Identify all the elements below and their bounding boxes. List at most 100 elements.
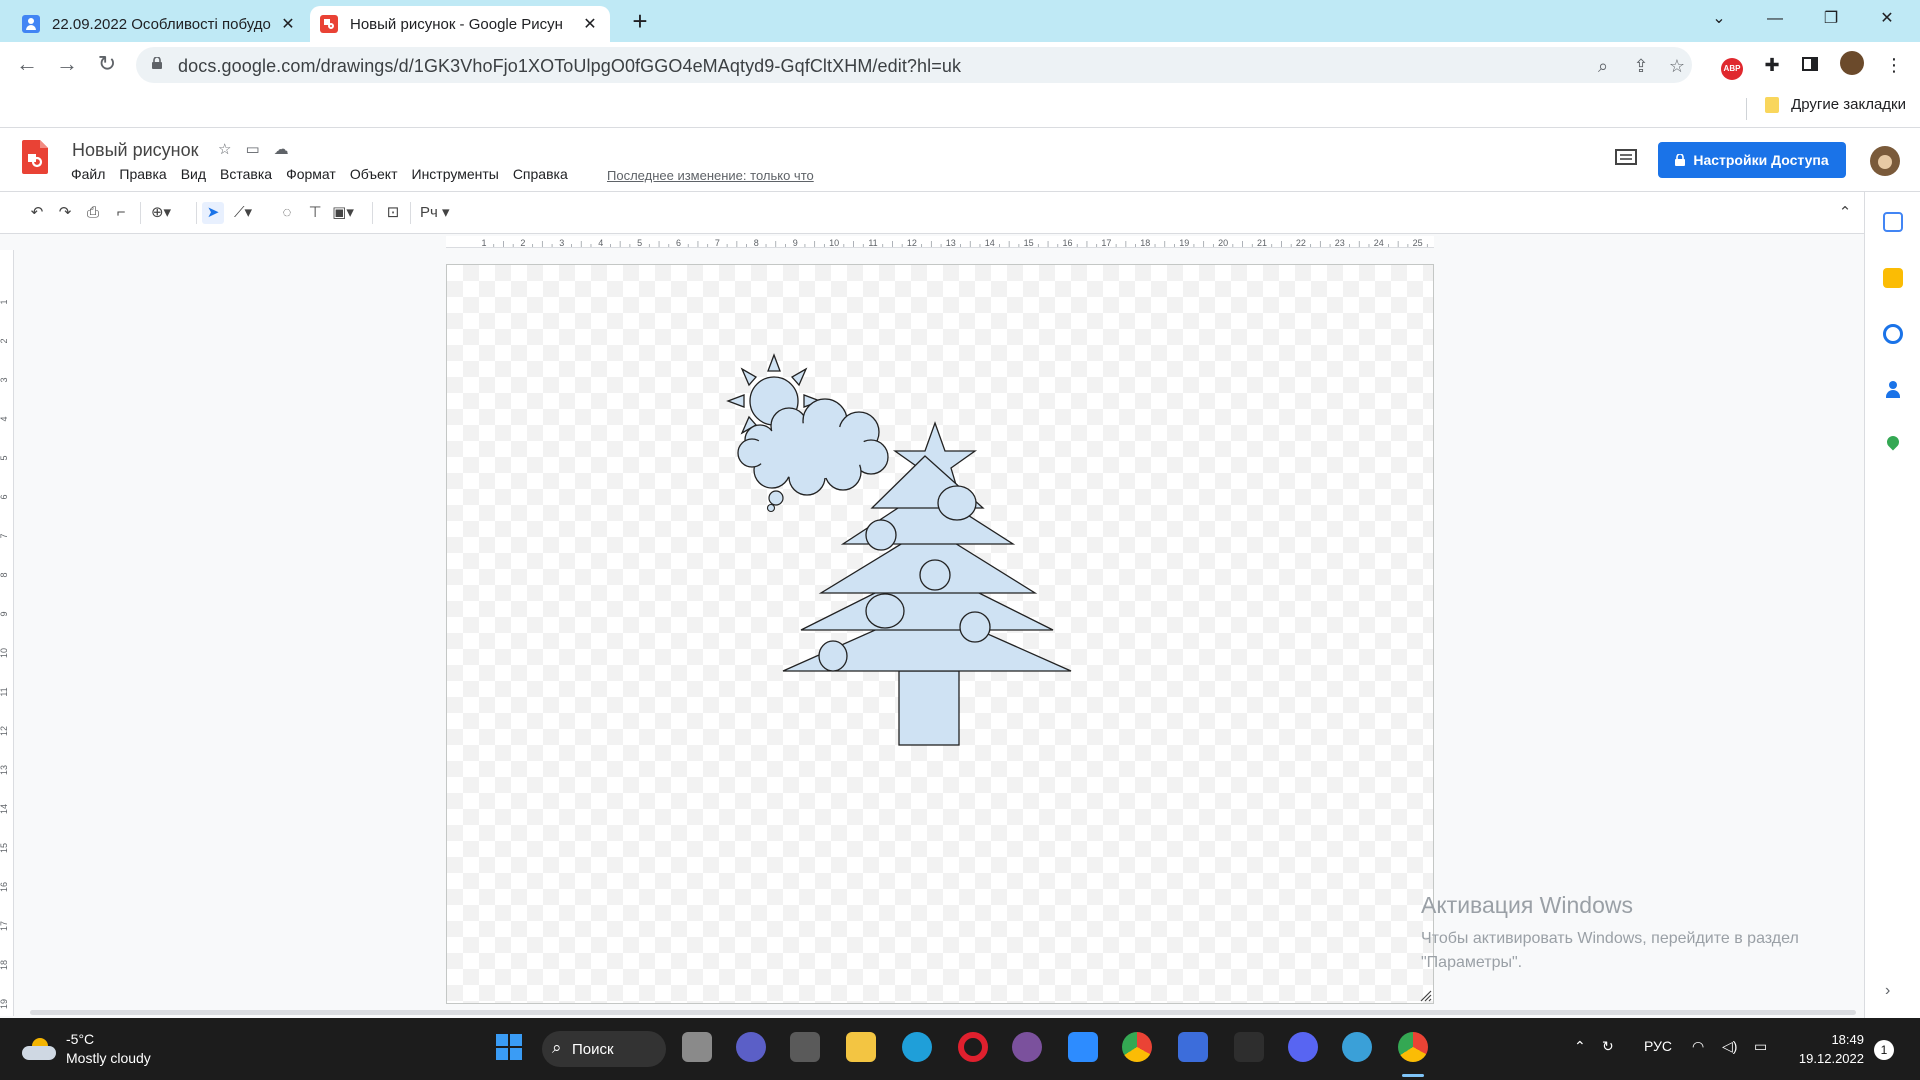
new-tab-button[interactable]: +: [624, 8, 656, 36]
redo-icon[interactable]: ↷: [54, 202, 76, 224]
share-page-icon[interactable]: ⇪: [1630, 55, 1652, 77]
minimize-icon[interactable]: —: [1752, 0, 1798, 40]
edge-icon[interactable]: [902, 1032, 932, 1062]
opera-icon[interactable]: [958, 1032, 988, 1062]
telegram-icon[interactable]: [1342, 1032, 1372, 1062]
clock[interactable]: 18:49 19.12.2022: [1788, 1030, 1864, 1068]
zoom-icon[interactable]: ⊕▾: [150, 202, 172, 224]
maps-icon[interactable]: [1883, 433, 1903, 456]
paint-format-icon[interactable]: ⌐: [110, 202, 132, 224]
restore-icon[interactable]: ❐: [1808, 0, 1854, 40]
active-app-indicator: [1402, 1074, 1424, 1077]
battery-icon[interactable]: ▭: [1754, 1038, 1767, 1055]
weather-desc: Mostly cloudy: [66, 1050, 151, 1066]
taskbar-search[interactable]: ⌕ Поиск: [542, 1031, 666, 1067]
chrome-icon[interactable]: [1122, 1032, 1152, 1062]
add-comment-icon[interactable]: ⊡: [382, 202, 404, 224]
app-icon-dim[interactable]: [1234, 1032, 1264, 1062]
browser-menu-icon[interactable]: ⋮: [1880, 51, 1908, 79]
cloud-status-icon[interactable]: ☁: [274, 140, 289, 158]
menu-help[interactable]: Справка: [506, 166, 575, 182]
file-explorer-icon[interactable]: [846, 1032, 876, 1062]
browser-tab-2[interactable]: Новый рисунок - Google Рисун ✕: [310, 6, 610, 42]
side-panel-icon[interactable]: [1796, 51, 1824, 79]
ruler-tick-label: 19: [0, 999, 9, 1009]
last-edit-link[interactable]: Последнее изменение: только что: [607, 168, 814, 183]
share-button[interactable]: Настройки Доступа: [1658, 142, 1846, 178]
extensions-puzzle-icon[interactable]: ✚: [1758, 51, 1786, 79]
adblock-extension-icon[interactable]: ABP: [1718, 51, 1746, 80]
drawing-canvas[interactable]: [446, 264, 1434, 1004]
toolbar-divider: [196, 202, 197, 224]
calculator-icon[interactable]: [790, 1032, 820, 1062]
undo-icon[interactable]: ↶: [26, 202, 48, 224]
wifi-icon[interactable]: ◠: [1692, 1038, 1704, 1055]
zoom-app-icon[interactable]: [1068, 1032, 1098, 1062]
language-indicator[interactable]: РУС: [1644, 1038, 1672, 1054]
weather-widget[interactable]: -5°C Mostly cloudy: [22, 1030, 151, 1068]
address-bar[interactable]: docs.google.com/drawings/d/1GK3VhoFjo1XO…: [136, 47, 1692, 83]
ruler-tick-label: 12: [907, 238, 917, 248]
ruler-tick-label: 11: [868, 238, 877, 248]
print-icon[interactable]: ⎙: [82, 202, 104, 224]
google-drawings-logo-icon[interactable]: [22, 140, 48, 174]
reload-icon[interactable]: ↻: [92, 50, 122, 80]
teams-chat-icon[interactable]: [736, 1032, 766, 1062]
chrome-profile-icon[interactable]: [1398, 1032, 1428, 1062]
other-bookmarks[interactable]: Другие закладки: [1765, 96, 1906, 113]
contacts-icon[interactable]: [1883, 380, 1903, 400]
textbox-tool-icon[interactable]: ⊤: [304, 202, 326, 224]
horizontal-scrollbar[interactable]: [30, 1010, 1856, 1015]
weather-cloud-icon: [22, 1036, 56, 1062]
menu-format[interactable]: Формат: [279, 166, 343, 182]
task-view-icon[interactable]: [682, 1032, 712, 1062]
notification-badge[interactable]: 1: [1874, 1040, 1894, 1060]
app-icon[interactable]: [1178, 1032, 1208, 1062]
profile-avatar-icon[interactable]: [1838, 51, 1866, 79]
menu-tools[interactable]: Инструменты: [405, 166, 506, 182]
abp-badge: ABP: [1721, 58, 1743, 80]
close-window-icon[interactable]: ✕: [1864, 0, 1910, 40]
ruler-tick-label: 22: [1296, 238, 1306, 248]
collapse-toolbar-icon[interactable]: ⌃: [1834, 202, 1856, 224]
start-menu-icon[interactable]: [494, 1032, 524, 1062]
document-title[interactable]: Новый рисунок: [72, 140, 198, 161]
drawing-toolbar: ↶ ↷ ⎙ ⌐ ⊕▾ ➤ ⟋▾ ◌ ⊤ ▣▾ ⊡ Рч ▾ ⌃: [0, 192, 1864, 234]
image-tool-icon[interactable]: ▣▾: [332, 202, 354, 224]
discord-icon[interactable]: [1288, 1032, 1318, 1062]
volume-icon[interactable]: ◁): [1722, 1038, 1737, 1055]
bookmark-star-icon[interactable]: ☆: [1666, 55, 1688, 77]
comments-icon[interactable]: [1614, 148, 1638, 168]
line-tool-icon[interactable]: ⟋▾: [232, 202, 254, 224]
back-icon[interactable]: ←: [12, 50, 42, 80]
shape-tool-icon[interactable]: ◌: [276, 202, 298, 224]
ruler-tick-label: 9: [793, 238, 798, 248]
tab-search-icon[interactable]: ⌄: [1696, 0, 1742, 40]
select-pointer-icon[interactable]: ➤: [202, 202, 224, 224]
move-folder-icon[interactable]: ▭: [245, 140, 259, 158]
ruler-tick-label: 5: [0, 455, 9, 460]
calendar-icon[interactable]: [1883, 212, 1903, 232]
menu-view[interactable]: Вид: [174, 166, 213, 182]
forward-icon[interactable]: →: [52, 50, 82, 80]
menu-insert[interactable]: Вставка: [213, 166, 279, 182]
tray-overflow-icon[interactable]: ⌃: [1574, 1038, 1586, 1055]
browser-tab-1[interactable]: 22.09.2022 Особливості побудо ✕: [12, 6, 308, 42]
tasks-icon[interactable]: [1883, 324, 1903, 344]
christmas-tree-shape[interactable]: [782, 455, 1072, 746]
sync-icon[interactable]: ↻: [1602, 1038, 1614, 1055]
account-avatar[interactable]: [1870, 146, 1900, 176]
expand-panel-icon[interactable]: ›: [1885, 982, 1890, 1000]
keep-icon[interactable]: [1883, 268, 1903, 288]
ruler-tick-label: 16: [1062, 238, 1072, 248]
font-style-button[interactable]: Рч ▾: [420, 202, 450, 224]
tab-close-icon[interactable]: ✕: [278, 14, 298, 34]
tab-close-icon[interactable]: ✕: [580, 14, 600, 34]
menu-object[interactable]: Объект: [343, 166, 405, 182]
resize-handle-icon[interactable]: [1420, 990, 1432, 1002]
menu-edit[interactable]: Правка: [112, 166, 173, 182]
zoom-icon[interactable]: ⌕: [1592, 55, 1614, 77]
viber-icon[interactable]: [1012, 1032, 1042, 1062]
menu-file[interactable]: Файл: [64, 166, 112, 182]
star-icon[interactable]: ☆: [218, 140, 231, 158]
